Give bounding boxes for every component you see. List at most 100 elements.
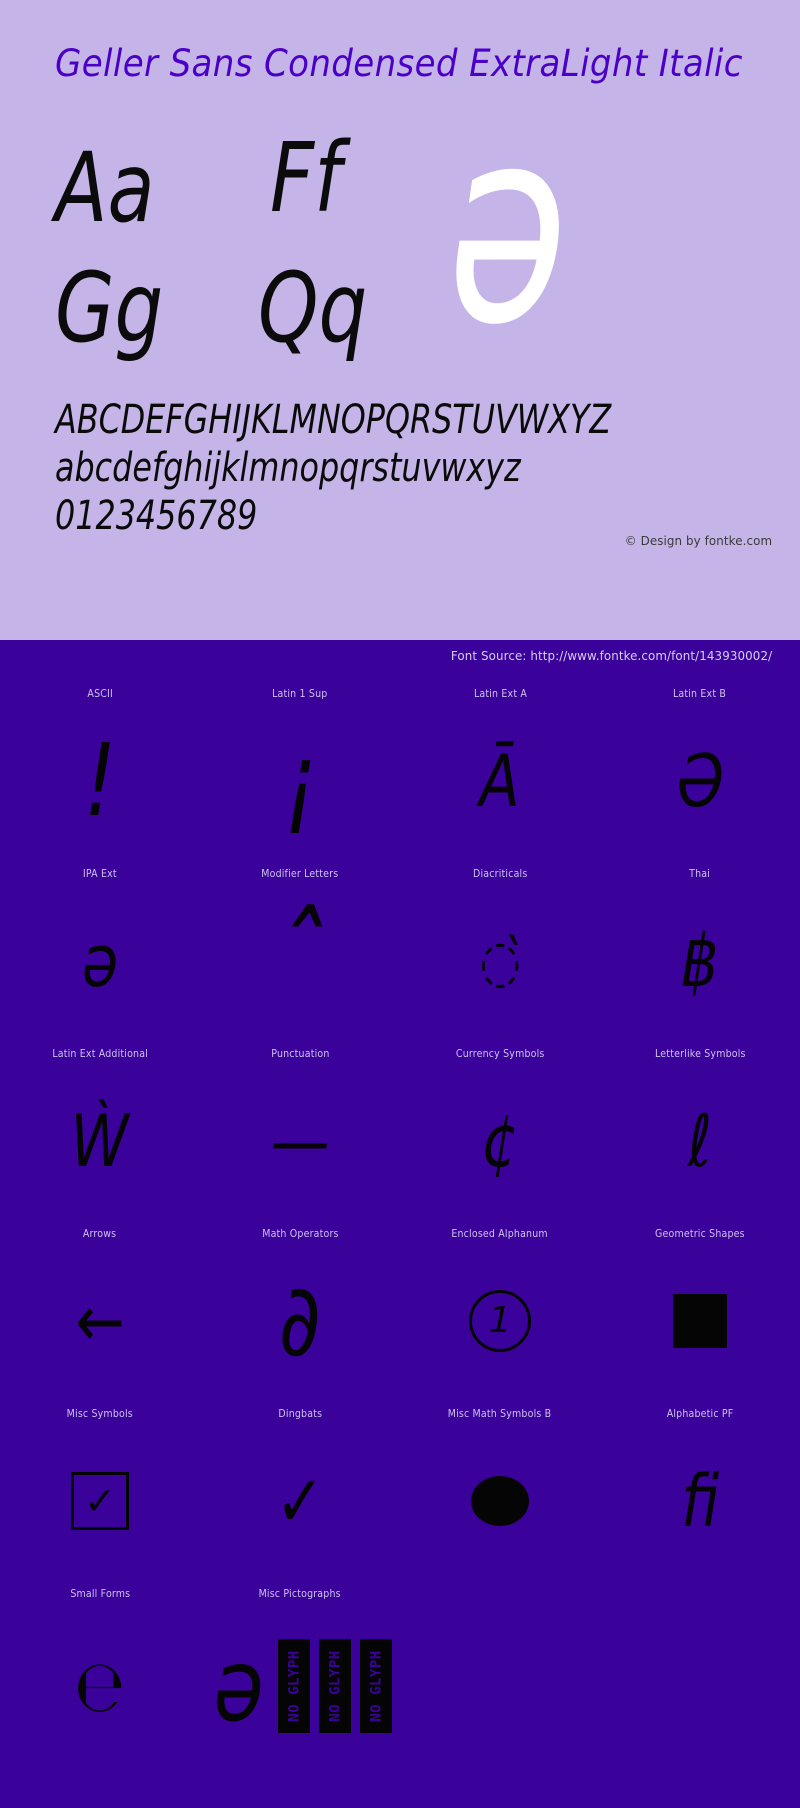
glyph-block-label: Latin Ext B bbox=[673, 688, 727, 700]
glyph-block-label: Dingbats bbox=[278, 1408, 322, 1420]
glyph-block-label: Punctuation bbox=[270, 1048, 330, 1060]
glyph-cell-empty bbox=[600, 1584, 800, 1774]
glyph-block-label: ASCII bbox=[87, 688, 113, 700]
glyph-cell-currency-symbols[interactable]: Currency Symbols ¢ bbox=[400, 1044, 600, 1224]
glyph-sample-arrows: ← bbox=[75, 1279, 125, 1363]
glyph-block-label: Modifier Letters bbox=[261, 868, 339, 880]
specimen-panel: Geller Sans Condensed ExtraLight Italic … bbox=[0, 0, 800, 640]
glyph-block-label: Misc Math Symbols B bbox=[448, 1408, 552, 1420]
glyph-art bbox=[400, 1604, 600, 1774]
glyph-cell-latin-1-sup[interactable]: Latin 1 Sup ¡ bbox=[200, 684, 400, 864]
glyph-sample-dingbats: ✓ bbox=[275, 1459, 325, 1543]
no-glyph-box: NO GLYPH bbox=[278, 1639, 311, 1733]
glyph-block-label: IPA Ext bbox=[83, 868, 117, 880]
glyph-art: ✓ bbox=[0, 1424, 200, 1584]
glyph-block-label: Latin Ext A bbox=[473, 688, 527, 700]
no-glyph-box: NO GLYPH bbox=[319, 1639, 352, 1733]
glyph-art: Ẁ bbox=[0, 1064, 200, 1224]
glyph-sample-currency-symbols: ¢ bbox=[481, 1099, 519, 1183]
glyph-art: ! bbox=[0, 704, 200, 864]
glyph-art: Ā bbox=[400, 704, 600, 864]
glyph-block-label: Letterlike Symbols bbox=[654, 1048, 746, 1060]
glyph-block-label: Enclosed Alphanum bbox=[451, 1228, 549, 1240]
glyph-row: Latin Ext Additional Ẁ Punctuation — Currenc… bbox=[0, 1044, 800, 1224]
glyph-cell-dingbats[interactable]: Dingbats ✓ bbox=[200, 1404, 400, 1584]
glyph-art: ə NO GLYPH NO GLYPH NO GLYPH bbox=[200, 1604, 400, 1774]
glyph-cell-small-forms[interactable]: Small Forms ℮ bbox=[0, 1584, 200, 1774]
glyph-cell-latin-ext-b[interactable]: Latin Ext B Ə bbox=[600, 684, 800, 864]
glyph-cell-latin-ext-a[interactable]: Latin Ext A Ā bbox=[400, 684, 600, 864]
glyph-art: ℓ bbox=[600, 1064, 800, 1224]
glyph-cell-arrows[interactable]: Arrows ← bbox=[0, 1224, 200, 1404]
glyph-sample-latin-1-sup: ¡ bbox=[283, 722, 317, 839]
glyph-art: ℮ bbox=[0, 1604, 200, 1774]
glyph-art: ← bbox=[0, 1244, 200, 1404]
glyph-art: Ə bbox=[600, 704, 800, 864]
font-source-link[interactable]: Font Source: http://www.fontke.com/font/… bbox=[451, 648, 772, 663]
glyph-art: ˆ bbox=[200, 884, 400, 1044]
digits-line: 0123456789 bbox=[55, 493, 258, 539]
glyph-cell-ipa-ext[interactable]: IPA Ext ə bbox=[0, 864, 200, 1044]
no-glyph-label: NO GLYPH bbox=[327, 1650, 344, 1722]
glyph-sample-latin-ext-additional: Ẁ bbox=[70, 1099, 130, 1183]
glyph-art: ∂ bbox=[200, 1244, 400, 1404]
glyph-cell-diacriticals[interactable]: Diacriticals ◌̀ bbox=[400, 864, 600, 1044]
glyph-sample-modifier-letters: ˆ bbox=[275, 891, 325, 1030]
glyph-cell-math-operators[interactable]: Math Operators ∂ bbox=[200, 1224, 400, 1404]
design-credit: © Design by fontke.com bbox=[624, 533, 772, 548]
glyph-sample-misc-pictographs: ə bbox=[213, 1627, 264, 1744]
glyph-cell-misc-math-symbols-b[interactable]: Misc Math Symbols B bbox=[400, 1404, 600, 1584]
glyph-sample-math-operators: ∂ bbox=[278, 1262, 322, 1379]
big-sample-grid: Aa Ff Gg Qq ə bbox=[0, 92, 800, 390]
glyph-cell-empty bbox=[400, 1584, 600, 1774]
glyph-cell-geometric-shapes[interactable]: Geometric Shapes bbox=[600, 1224, 800, 1404]
glyph-block-label: Misc Symbols bbox=[66, 1408, 134, 1420]
glyph-block-label: Geometric Shapes bbox=[655, 1228, 745, 1240]
hero-glyph: ə bbox=[448, 69, 568, 384]
glyph-cell-modifier-letters[interactable]: Modifier Letters ˆ bbox=[200, 864, 400, 1044]
glyph-sample-thai: ฿ bbox=[681, 919, 719, 1003]
glyph-row: ASCII! Latin 1 Sup ¡ Latin Ext A Ā Latin Ext … bbox=[0, 684, 800, 864]
glyph-cell-ascii[interactable]: ASCII! bbox=[0, 684, 200, 864]
glyph-art bbox=[600, 1244, 800, 1404]
glyph-block-label: Small Forms bbox=[70, 1588, 130, 1600]
filled-square-icon bbox=[673, 1294, 727, 1348]
page-title: Geller Sans Condensed ExtraLight Italic bbox=[55, 42, 743, 85]
glyph-art: ✓ bbox=[200, 1424, 400, 1584]
glyph-cell-misc-pictographs[interactable]: Misc Pictographs ə NO GLYPH NO GLYPH NO GLYP… bbox=[200, 1584, 400, 1774]
glyph-art: — bbox=[200, 1064, 400, 1224]
glyph-art: ฿ bbox=[600, 884, 800, 1044]
sample-pair-ff: Ff bbox=[270, 122, 342, 234]
glyph-sample-letterlike-symbols: ℓ bbox=[687, 1099, 713, 1183]
glyph-cell-letterlike-symbols[interactable]: Letterlike Symbols ℓ bbox=[600, 1044, 800, 1224]
glyph-art: ﬁ bbox=[600, 1424, 800, 1584]
glyph-cell-alphabetic-pf[interactable]: Alphabetic PF ﬁ bbox=[600, 1404, 800, 1584]
alphabet-uppercase-line: ABCDEFGHIJKLMNOPQRSTUVWXYZ bbox=[55, 397, 612, 443]
glyph-block-label: Diacriticals bbox=[472, 868, 528, 880]
glyph-cell-enclosed-alphanum[interactable]: Enclosed Alphanum 1 bbox=[400, 1224, 600, 1404]
glyph-cell-punctuation[interactable]: Punctuation — bbox=[200, 1044, 400, 1224]
unicode-block-grid: ASCII! Latin 1 Sup ¡ Latin Ext A Ā Latin Ext … bbox=[0, 672, 800, 1774]
glyph-row: Small Forms ℮ Misc Pictographs ə NO GLYPH NO … bbox=[0, 1584, 800, 1774]
glyph-sample-small-forms: ℮ bbox=[74, 1644, 126, 1728]
glyph-art: 1 bbox=[400, 1244, 600, 1404]
alphabet-lowercase-line: abcdefghijklmnopqrstuvwxyz bbox=[55, 445, 521, 491]
glyph-sample-punctuation: — bbox=[270, 1099, 330, 1183]
glyph-art: ¡ bbox=[200, 704, 400, 864]
glyph-art: ¢ bbox=[400, 1064, 600, 1224]
glyph-block-label: Latin 1 Sup bbox=[272, 688, 328, 700]
no-glyph-box: NO GLYPH bbox=[360, 1639, 393, 1733]
glyph-row: Arrows ← Math Operators ∂ Enclosed Alphanum 1… bbox=[0, 1224, 800, 1404]
no-glyph-label: NO GLYPH bbox=[286, 1650, 303, 1722]
circled-glyph-char: 1 bbox=[488, 1300, 512, 1341]
glyph-cell-latin-ext-additional[interactable]: Latin Ext Additional Ẁ bbox=[0, 1044, 200, 1224]
glyph-art: ə bbox=[0, 884, 200, 1044]
glyph-cell-thai[interactable]: Thai ฿ bbox=[600, 864, 800, 1044]
filled-ellipse-icon bbox=[471, 1476, 529, 1526]
circled-digit-icon: 1 bbox=[469, 1290, 531, 1352]
boxed-check-icon: ✓ bbox=[71, 1472, 129, 1530]
no-glyph-label: NO GLYPH bbox=[368, 1650, 385, 1722]
glyph-cell-misc-symbols[interactable]: Misc Symbols ✓ bbox=[0, 1404, 200, 1584]
glyph-sample-diacriticals: ◌̀ bbox=[479, 927, 521, 995]
sample-pair-qq: Qq bbox=[258, 252, 368, 364]
